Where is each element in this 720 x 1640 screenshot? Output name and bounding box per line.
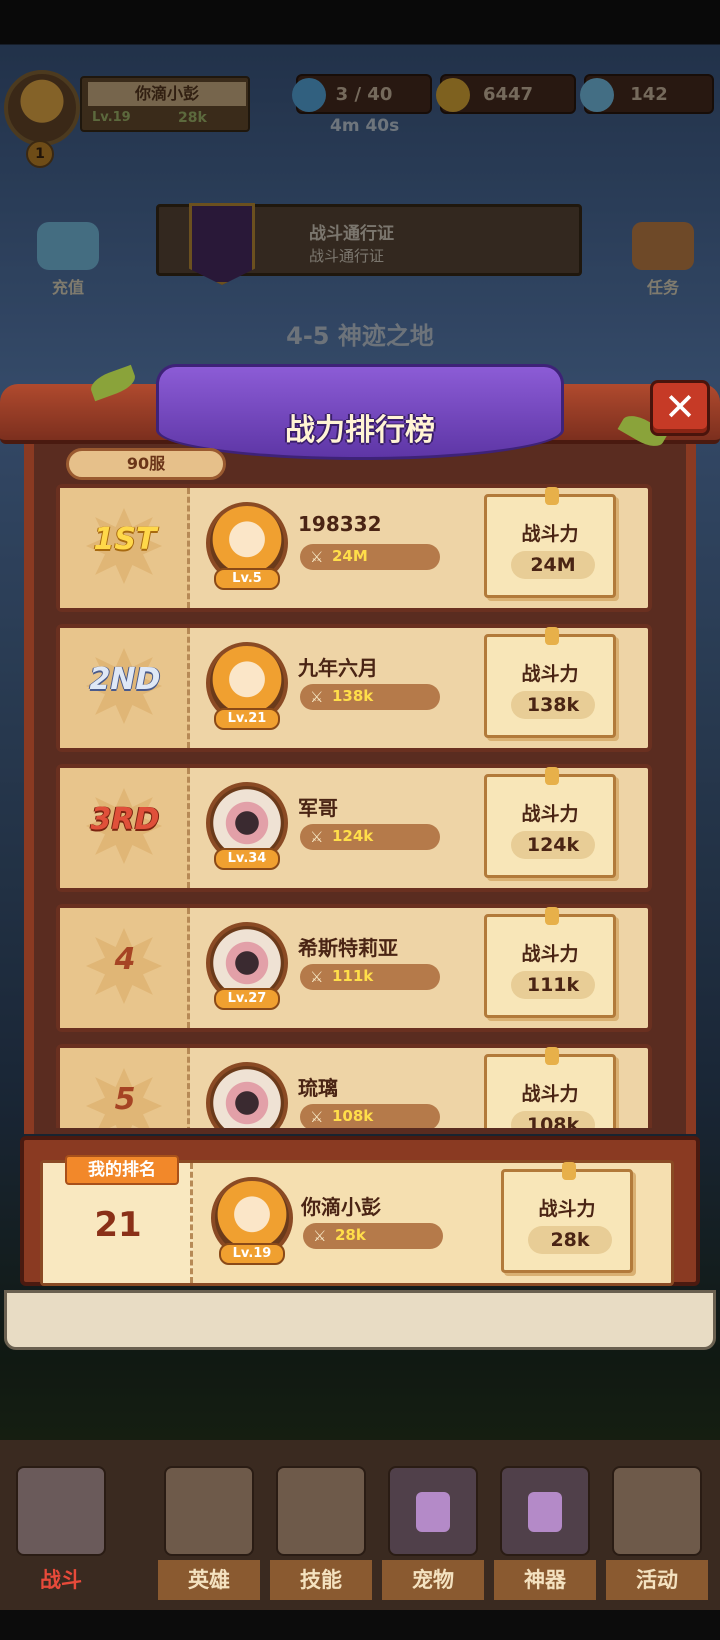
power-pill: ⚔ 24M	[300, 544, 440, 570]
clip-icon	[562, 1162, 576, 1180]
my-rank-number: 21	[94, 1205, 142, 1245]
player-name: 希斯特莉亚	[298, 936, 398, 960]
clip-icon	[545, 907, 559, 925]
nav-battle[interactable]: 战斗	[10, 1466, 112, 1606]
clip-icon	[545, 487, 559, 505]
power-score-value: 108k	[511, 1111, 595, 1128]
player-portrait[interactable]	[206, 1062, 288, 1128]
leaderboard-row[interactable]: 5 琉璃 ⚔ 108k 战斗力 108k	[56, 1044, 652, 1128]
rank-cell: 4	[60, 908, 190, 1028]
system-bar	[0, 1610, 720, 1640]
leaderboard-row[interactable]: 1ST Lv.5 198332 ⚔ 24M 战斗力 24M	[56, 484, 652, 612]
player-name: 九年六月	[298, 656, 378, 680]
clip-icon	[545, 767, 559, 785]
rank-label: 3RD	[90, 802, 160, 837]
leaderboard-row[interactable]: 3RD Lv.34 军哥 ⚔ 124k 战斗力 124k	[56, 764, 652, 892]
nav-artifacts[interactable]: 神器	[494, 1466, 596, 1606]
power-score-value: 138k	[511, 691, 595, 719]
power-pill: ⚔ 124k	[300, 824, 440, 850]
power-score-card: 战斗力 124k	[484, 767, 616, 878]
nav-battle-label: 战斗	[40, 1568, 82, 1592]
power-score-label: 战斗力	[521, 1083, 579, 1105]
power-pill: ⚔ 138k	[300, 684, 440, 710]
player-name: 军哥	[298, 796, 338, 820]
power-value: 24M	[332, 547, 368, 565]
crossed-swords-icon: ⚔	[310, 968, 324, 986]
power-value: 124k	[332, 827, 374, 845]
crossed-swords-icon: ⚔	[310, 828, 324, 846]
nav-events-label: 活动	[606, 1560, 708, 1600]
player-name: 198332	[298, 512, 382, 536]
close-button[interactable]: ✕	[650, 380, 710, 436]
crossed-swords-icon: ⚔	[310, 1108, 324, 1126]
power-score-card: 战斗力 138k	[484, 627, 616, 738]
level-badge: Lv.27	[214, 988, 280, 1010]
rank-label: 2ND	[89, 662, 161, 697]
nav-heroes[interactable]: 英雄	[158, 1466, 260, 1606]
rank-label: 5	[114, 1082, 136, 1117]
server-tag: 90服	[66, 448, 226, 480]
popup-title: 战力排行榜	[285, 413, 435, 448]
nav-heroes-label: 英雄	[158, 1560, 260, 1600]
nav-events[interactable]: 活动	[606, 1466, 708, 1606]
rank-cell: 5	[60, 1048, 190, 1128]
power-score-label: 战斗力	[521, 943, 579, 965]
lock-icon	[388, 1466, 478, 1556]
my-power-score-value: 28k	[528, 1226, 612, 1254]
leaderboard-row[interactable]: 4 Lv.27 希斯特莉亚 ⚔ 111k 战斗力 111k	[56, 904, 652, 1032]
rank-label: 1ST	[93, 522, 157, 557]
power-pill: ⚔ 111k	[300, 964, 440, 990]
leaderboard-list[interactable]: 1ST Lv.5 198332 ⚔ 24M 战斗力 24M 2ND Lv.21 …	[56, 484, 652, 1128]
level-badge: Lv.34	[214, 848, 280, 870]
power-value: 111k	[332, 967, 374, 985]
my-player-name: 你滴小彭	[301, 1195, 381, 1219]
popup-bottom-tray	[4, 1290, 716, 1350]
helmet-icon	[164, 1466, 254, 1556]
leaderboard-row[interactable]: 2ND Lv.21 九年六月 ⚔ 138k 战斗力 138k	[56, 624, 652, 752]
power-pill: ⚔ 108k	[300, 1104, 440, 1128]
my-power-pill: ⚔ 28k	[303, 1223, 443, 1249]
level-badge: Lv.21	[214, 708, 280, 730]
crossed-swords-icon: ⚔	[310, 548, 324, 566]
my-level-badge: Lv.19	[219, 1243, 285, 1265]
power-value: 108k	[332, 1107, 374, 1125]
lock-icon	[500, 1466, 590, 1556]
power-score-label: 战斗力	[521, 663, 579, 685]
power-score-card: 战斗力 108k	[484, 1047, 616, 1128]
clip-icon	[545, 627, 559, 645]
power-score-value: 24M	[511, 551, 595, 579]
power-score-card: 战斗力 24M	[484, 487, 616, 598]
nav-skills-label: 技能	[270, 1560, 372, 1600]
my-rank-row[interactable]: 我的排名 21 Lv.19 你滴小彭 ⚔ 28k 战斗力 28k	[40, 1155, 674, 1286]
power-score-label: 战斗力	[538, 1198, 596, 1220]
clip-icon	[545, 1047, 559, 1065]
nav-pets-label: 宠物	[382, 1560, 484, 1600]
level-badge: Lv.5	[214, 568, 280, 590]
rank-cell: 3RD	[60, 768, 190, 888]
crossed-swords-icon: ⚔	[313, 1227, 327, 1245]
power-score-value: 124k	[511, 831, 595, 859]
goggles-icon	[612, 1466, 702, 1556]
crossed-swords-icon	[16, 1466, 106, 1556]
rank-label: 4	[114, 942, 136, 977]
my-rank-cell: 我的排名 21	[43, 1155, 193, 1283]
power-score-label: 战斗力	[521, 803, 579, 825]
power-score-label: 战斗力	[521, 523, 579, 545]
my-rank-tag: 我的排名	[65, 1155, 179, 1185]
nav-artifacts-label: 神器	[494, 1560, 596, 1600]
nav-pets[interactable]: 宠物	[382, 1466, 484, 1606]
my-power-score-card: 战斗力 28k	[501, 1162, 633, 1273]
power-score-card: 战斗力 111k	[484, 907, 616, 1018]
rank-cell: 1ST	[60, 488, 190, 608]
power-value: 138k	[332, 687, 374, 705]
rank-cell: 2ND	[60, 628, 190, 748]
nav-skills[interactable]: 技能	[270, 1466, 372, 1606]
title-ribbon: 战力排行榜	[156, 364, 564, 460]
power-score-value: 111k	[511, 971, 595, 999]
player-name: 琉璃	[298, 1076, 338, 1100]
spellbook-icon	[276, 1466, 366, 1556]
my-power-value: 28k	[335, 1226, 366, 1244]
crossed-swords-icon: ⚔	[310, 688, 324, 706]
